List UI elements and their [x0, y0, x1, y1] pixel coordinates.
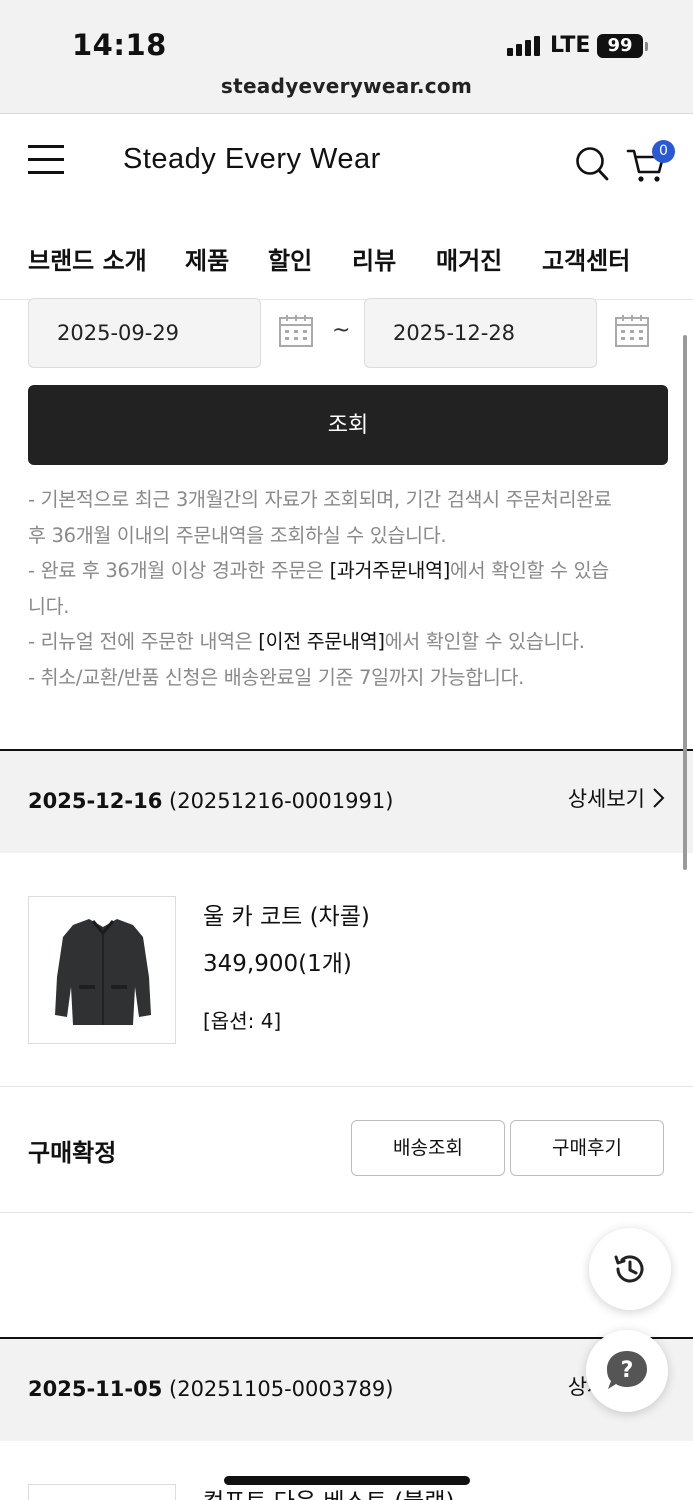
calendar-icon[interactable]	[278, 313, 314, 349]
network-type: LTE	[550, 33, 591, 58]
cart-count-badge: 0	[652, 140, 675, 163]
nav-item-magazine[interactable]: 매거진	[436, 241, 502, 276]
end-date-field[interactable]: 2025-12-28	[364, 298, 597, 368]
coat-image	[55, 919, 151, 1025]
battery-tip	[645, 42, 648, 51]
calendar-icon[interactable]	[614, 313, 650, 349]
battery-icon: 99	[597, 34, 643, 58]
home-indicator[interactable]	[224, 1476, 470, 1485]
previous-orders-link[interactable]: [이전 주문내역]	[258, 630, 385, 653]
scrollbar[interactable]	[683, 335, 687, 870]
help-icon: ?	[607, 1351, 647, 1389]
date-range-separator: ~	[332, 318, 351, 343]
product-option: [옵션: 4]	[203, 1009, 282, 1033]
site-logo[interactable]: Steady Every Wear	[123, 143, 381, 176]
nav-item-products[interactable]: 제품	[185, 241, 229, 276]
product-thumbnail[interactable]	[28, 1484, 176, 1500]
help-button[interactable]: ?	[586, 1330, 668, 1412]
divider	[0, 1086, 693, 1087]
notice-line: 후 36개월 이내의 주문내역을 조회하실 수 있습니다.	[28, 523, 447, 547]
divider	[0, 1212, 693, 1213]
order-detail-link[interactable]: 상세보기	[568, 783, 665, 813]
status-bar: 14:18 LTE 99 steadyeverywear.com	[0, 0, 693, 114]
order-date-number: 2025-11-05 (20251105-0003789)	[28, 1377, 394, 1401]
notice-line: - 취소/교환/반품 신청은 배송완료일 기준 7일까지 가능합니다.	[28, 665, 525, 689]
product-name[interactable]: 울 카 코트 (차콜)	[203, 897, 370, 931]
start-date-field[interactable]: 2025-09-29	[28, 298, 261, 368]
past-orders-link[interactable]: [과거주문내역]	[330, 559, 451, 582]
order-date-number: 2025-12-16 (20251216-0001991)	[28, 789, 394, 813]
track-shipping-button[interactable]: 배송조회	[351, 1120, 505, 1176]
nav-item-reviews[interactable]: 리뷰	[352, 241, 396, 276]
notice-line: - 리뉴얼 전에 주문한 내역은 [이전 주문내역]에서 확인할 수 있습니다.	[28, 630, 585, 653]
order-status: 구매확정	[28, 1139, 117, 1167]
product-thumbnail[interactable]	[28, 896, 176, 1044]
recent-history-button[interactable]	[589, 1228, 671, 1310]
write-review-button[interactable]: 구매후기	[510, 1120, 664, 1176]
product-price: 349,900(1개)	[203, 951, 352, 977]
history-icon	[614, 1255, 644, 1283]
address-bar-url[interactable]: steadyeverywear.com	[0, 74, 693, 98]
nav-item-customer-center[interactable]: 고객센터	[542, 241, 630, 276]
site-header: Steady Every Wear 브랜드 소개 제품 할인 리뷰 매거진 고객…	[0, 115, 693, 300]
status-time: 14:18	[72, 28, 167, 62]
main-nav: 브랜드 소개 제품 할인 리뷰 매거진 고객센터	[28, 241, 668, 277]
notice-line: - 기본적으로 최근 3개월간의 자료가 조회되며, 기간 검색시 주문처리완료	[28, 488, 612, 511]
nav-item-brand[interactable]: 브랜드 소개	[28, 241, 147, 276]
search-button[interactable]: 조회	[28, 385, 668, 465]
notice-line: 니다.	[28, 594, 70, 618]
nav-item-sale[interactable]: 할인	[268, 241, 312, 276]
menu-icon[interactable]	[28, 145, 64, 175]
order-notice: - 기본적으로 최근 3개월간의 자료가 조회되며, 기간 검색시 주문처리완료…	[28, 482, 678, 695]
notice-line: - 완료 후 36개월 이상 경과한 주문은 [과거주문내역]에서 확인할 수 …	[28, 559, 609, 582]
signal-icon	[507, 36, 541, 56]
search-icon[interactable]	[575, 146, 609, 182]
order-header: 2025-12-16 (20251216-0001991) 상세보기	[0, 751, 693, 853]
svg-text:?: ?	[621, 1358, 634, 1383]
chevron-right-icon	[653, 788, 665, 808]
